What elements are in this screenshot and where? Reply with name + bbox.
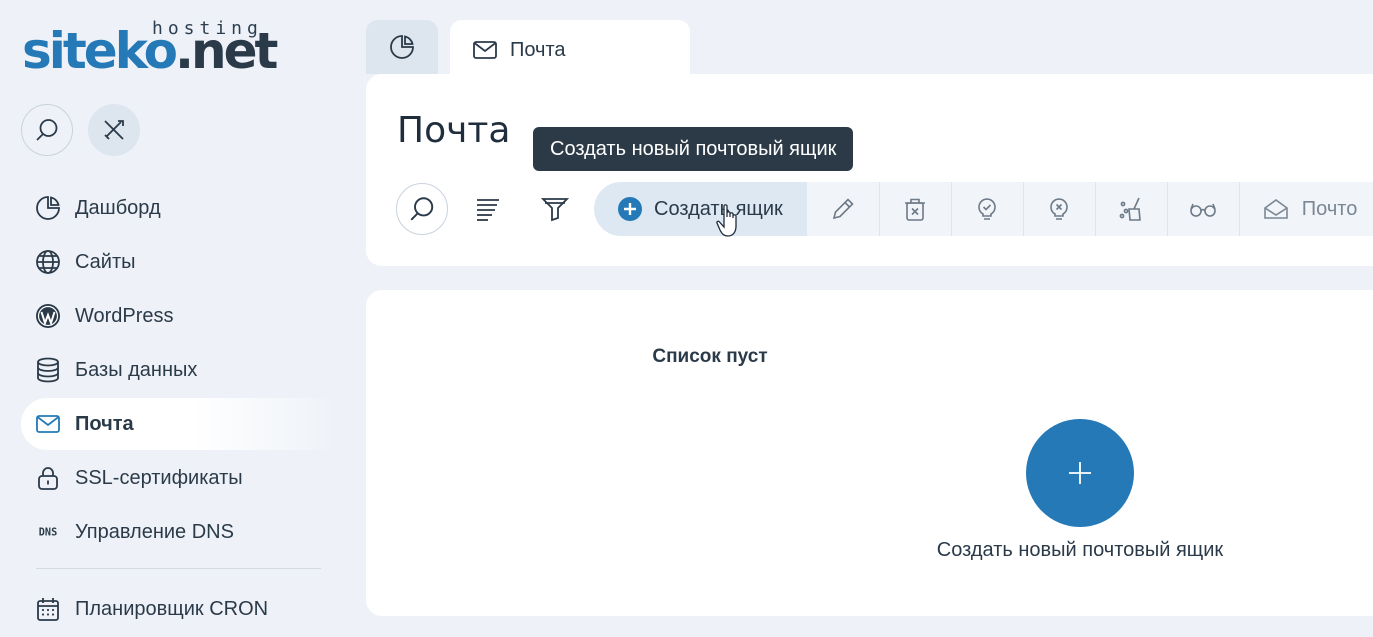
enable-button[interactable] xyxy=(950,182,1023,236)
delete-button[interactable] xyxy=(878,182,951,236)
pie-chart-icon xyxy=(35,195,61,221)
sidebar-divider xyxy=(36,568,321,569)
sidebar-item-cron[interactable]: Планировщик CRON xyxy=(21,583,336,635)
mail-client-icon xyxy=(1262,196,1290,222)
logo[interactable]: hosting siteko.net xyxy=(22,16,292,80)
sidebar-item-wordpress[interactable]: WordPress xyxy=(21,290,336,342)
sort-button[interactable] xyxy=(462,183,514,235)
lock-icon xyxy=(35,465,61,491)
sidebar-item-label: Планировщик CRON xyxy=(75,597,269,620)
tab-mail-label: Почта xyxy=(510,38,566,61)
sidebar-tools-button[interactable] xyxy=(88,104,140,156)
plus-icon xyxy=(1069,462,1091,484)
sidebar-item-ssl[interactable]: SSL-сертификаты xyxy=(21,452,336,504)
view-button[interactable] xyxy=(1166,182,1239,236)
main-panel xyxy=(366,290,1373,616)
tab-dashboard[interactable] xyxy=(366,20,438,74)
sidebar-item-mail[interactable]: Почта xyxy=(21,398,336,450)
empty-state-action-label[interactable]: Создать новый почтовый ящик xyxy=(0,539,1373,562)
sidebar-item-label: Почта xyxy=(75,412,134,435)
sidebar-nav: Дашборд Сайты WordPress Базы данных Почт… xyxy=(21,182,336,637)
plus-circle-icon xyxy=(618,197,642,221)
disable-button[interactable] xyxy=(1022,182,1095,236)
empty-create-mailbox-button[interactable] xyxy=(1026,419,1134,527)
sidebar-item-label: WordPress xyxy=(75,304,174,327)
mail-client-label: Почто xyxy=(1301,197,1358,220)
search-icon xyxy=(410,197,434,221)
logo-brand-blue: siteko xyxy=(22,22,178,80)
header-panel xyxy=(366,74,1373,266)
empty-state-title: Список пуст xyxy=(652,346,768,367)
mail-client-button[interactable]: Почто xyxy=(1238,182,1373,236)
wordpress-icon xyxy=(35,303,61,329)
envelope-icon xyxy=(472,37,498,63)
lightbulb-check-icon xyxy=(978,198,997,220)
filter-button[interactable] xyxy=(529,183,581,235)
envelope-icon xyxy=(35,411,61,437)
hand-pointer-icon xyxy=(716,203,744,244)
tab-mail[interactable]: Почта xyxy=(450,20,690,80)
sidebar-item-label: Сайты xyxy=(75,250,136,273)
filter-icon xyxy=(541,198,569,222)
logo-brand: siteko.net xyxy=(22,22,278,80)
broom-icon xyxy=(1119,197,1142,221)
action-toolbar: Создать ящик Почто xyxy=(594,182,1373,236)
dns-icon-text: DNS xyxy=(39,528,57,539)
globe-icon xyxy=(35,249,61,275)
search-icon xyxy=(36,119,58,141)
glasses-icon xyxy=(1190,203,1217,217)
sidebar-item-label: SSL-сертификаты xyxy=(75,466,243,489)
sidebar-item-label: Дашборд xyxy=(75,196,161,219)
clean-button[interactable] xyxy=(1094,182,1167,236)
tools-icon xyxy=(104,120,124,140)
trash-icon xyxy=(905,198,926,221)
logo-brand-dot: . xyxy=(174,22,194,80)
page-title: Почта xyxy=(397,110,511,151)
create-mailbox-button[interactable]: Создать ящик xyxy=(594,182,807,236)
calendar-icon xyxy=(35,596,61,622)
sidebar-search-button[interactable] xyxy=(21,104,73,156)
tooltip-create-mailbox: Создать новый почтовый ящик xyxy=(533,127,854,171)
pie-chart-icon xyxy=(390,35,414,59)
edit-button[interactable] xyxy=(807,182,879,236)
lightbulb-x-icon xyxy=(1050,198,1069,220)
sidebar-item-sites[interactable]: Сайты xyxy=(21,236,336,288)
logo-brand-dark: net xyxy=(190,22,278,80)
sort-icon xyxy=(477,199,499,221)
sidebar-item-dashboard[interactable]: Дашборд xyxy=(21,182,336,234)
pencil-icon xyxy=(832,198,854,220)
toolbar-search-button[interactable] xyxy=(396,183,448,235)
